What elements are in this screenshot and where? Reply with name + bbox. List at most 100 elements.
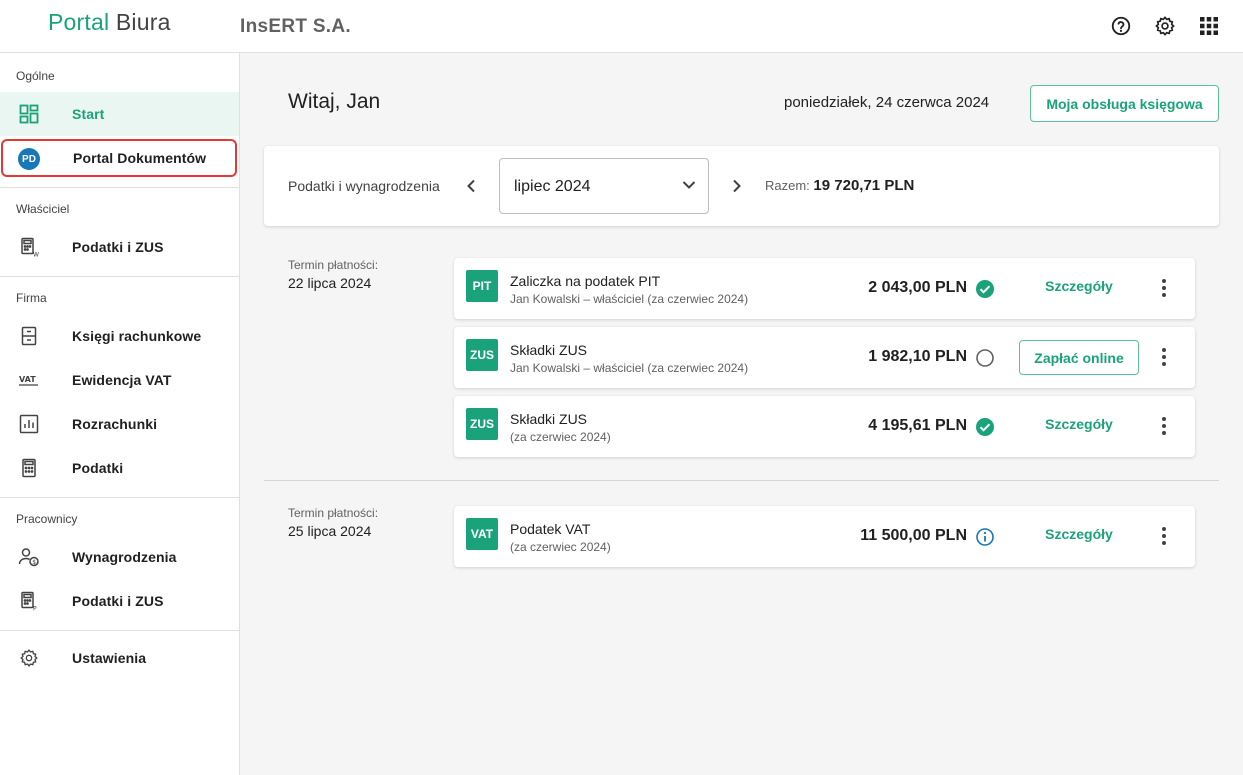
sidebar-item-label: Wynagrodzenia (72, 549, 177, 565)
payment-card[interactable]: ZUS Składki ZUS (za czerwiec 2024) 4 195… (454, 396, 1195, 457)
logo-part1: Portal (48, 9, 110, 35)
current-date: poniedziałek, 24 czerwca 2024 (784, 94, 990, 111)
sidebar-item-salaries[interactable]: $ Wynagrodzenia (0, 535, 239, 579)
divider (0, 276, 239, 277)
payment-tag: ZUS (466, 339, 498, 371)
company-name: InsERT S.A. (240, 16, 351, 37)
month-select-value: lipiec 2024 (514, 178, 591, 195)
payment-tag: ZUS (466, 408, 498, 440)
sidebar-item-label: Podatki i ZUS (72, 239, 164, 255)
sidebar-item-label: Ewidencja VAT (72, 372, 172, 388)
check-circle-icon (975, 279, 995, 299)
details-button[interactable]: Szczegóły (1019, 416, 1139, 432)
calculator-icon (18, 457, 40, 479)
section-label-general: Ogólne (16, 69, 55, 83)
sidebar-item-books[interactable]: Księgi rachunkowe (0, 314, 239, 358)
pay-online-button[interactable]: Zapłać online (1019, 340, 1139, 375)
payment-title: Zaliczka na podatek PIT (510, 273, 661, 289)
bar-chart-icon (18, 413, 40, 435)
svg-text:P: P (33, 606, 37, 612)
payment-card[interactable]: PIT Zaliczka na podatek PIT Jan Kowalski… (454, 258, 1195, 319)
total-value: 19 720,71 PLN (813, 177, 915, 194)
person-money-icon: $ (18, 546, 40, 568)
gear-icon[interactable] (1153, 14, 1177, 38)
vat-icon: VAT (18, 369, 40, 391)
pd-badge: PD (18, 148, 40, 170)
payment-title: Podatek VAT (510, 521, 591, 537)
section-label-company: Firma (16, 291, 47, 305)
sidebar-item-vat[interactable]: VAT Ewidencja VAT (0, 358, 239, 402)
svg-text:W: W (33, 252, 39, 258)
sidebar-item-owner-taxes[interactable]: W Podatki i ZUS (0, 225, 239, 269)
payment-term-date: 25 lipca 2024 (288, 523, 372, 539)
payment-subtitle: (za czerwiec 2024) (510, 430, 611, 444)
top-bar: Portal Biura InsERT S.A. (0, 0, 1243, 53)
sidebar: Ogólne Start PD Portal Dokumentów Właści… (0, 53, 240, 775)
help-icon[interactable] (1109, 14, 1133, 38)
chevron-right-icon[interactable] (727, 176, 747, 196)
section-label-employees: Pracownicy (16, 512, 78, 526)
section-label-owner: Właściciel (16, 202, 70, 216)
payment-tag: VAT (466, 518, 498, 550)
divider (0, 187, 239, 188)
check-circle-icon (975, 417, 995, 437)
gear-icon (18, 647, 40, 669)
app-logo[interactable]: Portal Biura (48, 9, 171, 36)
more-vert-icon[interactable] (1152, 345, 1176, 369)
sidebar-item-settings[interactable]: Ustawienia (0, 636, 239, 680)
payment-term-date: 22 lipca 2024 (288, 275, 372, 291)
svg-text:VAT: VAT (19, 375, 36, 384)
more-vert-icon[interactable] (1152, 524, 1176, 548)
payment-card[interactable]: VAT Podatek VAT (za czerwiec 2024) 11 50… (454, 506, 1195, 567)
total-label: Razem: (765, 178, 810, 193)
sidebar-item-label: Podatki (72, 460, 124, 476)
info-icon[interactable] (975, 527, 995, 547)
divider (0, 630, 239, 631)
sidebar-item-label: Rozrachunki (72, 416, 158, 432)
sidebar-item-label: Księgi rachunkowe (72, 328, 202, 344)
sidebar-item-start[interactable]: Start (0, 92, 239, 136)
payment-amount: 4 195,61 PLN (868, 417, 967, 434)
sidebar-item-label: Podatki i ZUS (72, 593, 164, 609)
payment-title: Składki ZUS (510, 342, 588, 358)
more-vert-icon[interactable] (1152, 276, 1176, 300)
filter-label: Podatki i wynagrodzenia (288, 178, 440, 194)
accounting-service-button[interactable]: Moja obsługa księgowa (1030, 85, 1219, 122)
month-select[interactable]: lipiec 2024 (499, 158, 709, 214)
payment-amount: 2 043,00 PLN (868, 279, 967, 296)
payment-amount: 11 500,00 PLN (860, 527, 967, 544)
sidebar-item-settlements[interactable]: Rozrachunki (0, 402, 239, 446)
sidebar-item-label: Start (72, 106, 105, 122)
sidebar-item-taxes[interactable]: Podatki (0, 446, 239, 490)
total-amount: Razem: 19 720,71 PLN (765, 177, 914, 194)
logo-part2: Biura (115, 9, 171, 35)
sidebar-item-label: Portal Dokumentów (73, 150, 207, 166)
sidebar-item-employee-taxes[interactable]: P Podatki i ZUS (0, 579, 239, 623)
empty-circle-icon (975, 348, 995, 368)
payment-term-label: Termin płatności: (288, 258, 379, 272)
details-button[interactable]: Szczegóły (1019, 278, 1139, 294)
ledger-icon (18, 325, 40, 347)
more-vert-icon[interactable] (1152, 414, 1176, 438)
payment-subtitle: Jan Kowalski – właściciel (za czerwiec 2… (510, 361, 749, 375)
calculator-icon: W (18, 236, 40, 258)
period-filter-card: Podatki i wynagrodzenia lipiec 2024 Raze… (264, 146, 1219, 226)
payment-term-label: Termin płatności: (288, 506, 379, 520)
apps-grid-icon[interactable] (1197, 14, 1221, 38)
sidebar-item-label: Ustawienia (72, 650, 147, 666)
chevron-left-icon[interactable] (461, 176, 481, 196)
payment-title: Składki ZUS (510, 411, 588, 427)
divider (0, 497, 239, 498)
page-title: Witaj, Jan (288, 90, 381, 113)
dashboard-icon (18, 103, 40, 125)
svg-text:$: $ (32, 559, 36, 566)
payment-tag: PIT (466, 270, 498, 302)
payment-subtitle: (za czerwiec 2024) (510, 540, 611, 554)
sidebar-item-documents-portal[interactable]: PD Portal Dokumentów (1, 139, 237, 177)
payment-subtitle: Jan Kowalski – właściciel (za czerwiec 2… (510, 292, 749, 306)
calculator-icon: P (18, 590, 40, 612)
group-divider (264, 480, 1219, 481)
details-button[interactable]: Szczegóły (1019, 526, 1139, 542)
documents-portal-icon: PD (18, 148, 40, 170)
payment-card[interactable]: ZUS Składki ZUS Jan Kowalski – właścicie… (454, 327, 1195, 388)
